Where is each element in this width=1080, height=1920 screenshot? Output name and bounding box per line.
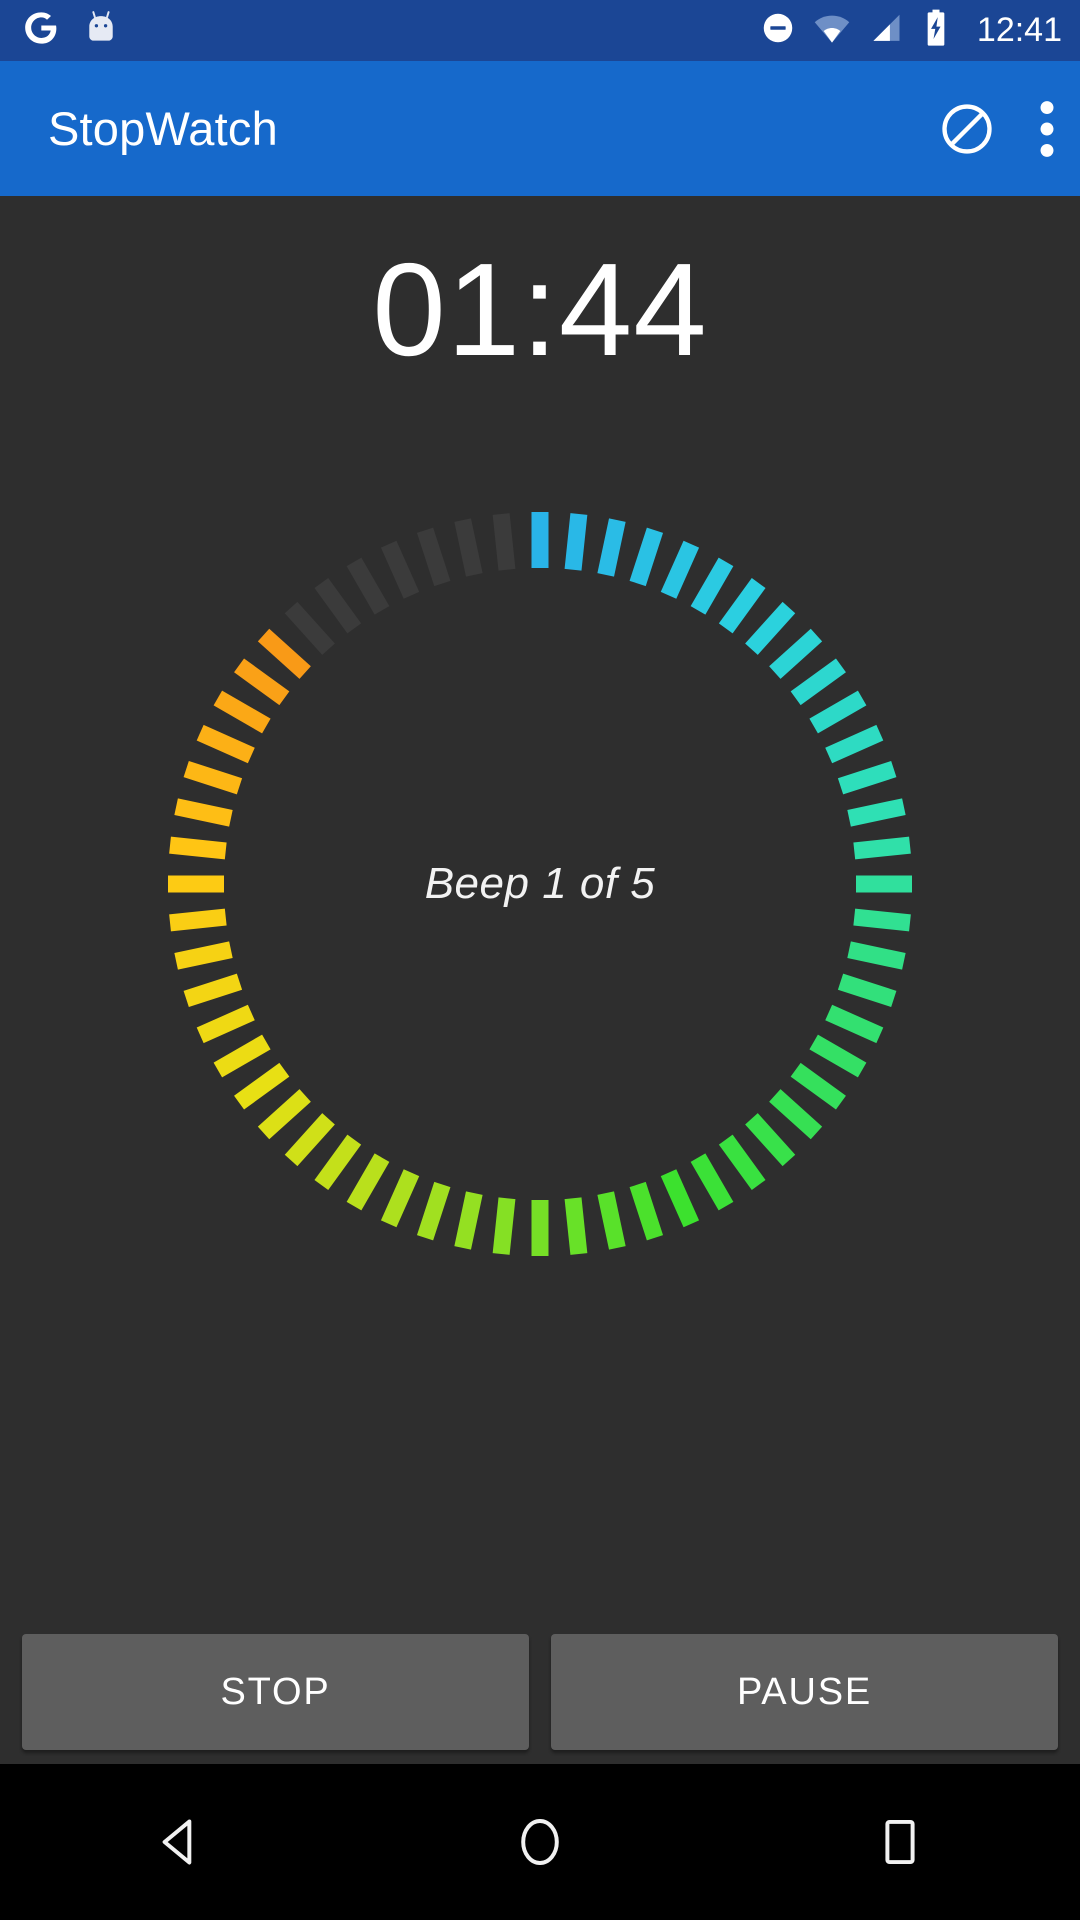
gauge-tick-inactive [454, 518, 483, 577]
gauge-ticks [168, 512, 912, 1256]
gauge-tick-active [213, 1034, 271, 1078]
back-nav-button[interactable] [105, 1764, 255, 1920]
gauge-tick-active [284, 1113, 335, 1167]
system-navigation-bar [0, 1764, 1080, 1920]
gauge-tick-active [769, 1089, 823, 1140]
gauge-tick-active [492, 1197, 516, 1255]
battery-charging-icon [921, 9, 951, 52]
android-robot-icon [82, 9, 120, 52]
gauge-tick-active [169, 908, 227, 932]
gauge-tick-active [234, 1062, 290, 1110]
gauge-tick-active [346, 1153, 390, 1211]
gauge-tick-active [769, 628, 823, 679]
gauge-tick-active [564, 1197, 588, 1255]
page-title: StopWatch [48, 102, 278, 155]
gauge-tick-active [196, 1004, 255, 1044]
gauge-tick-active [183, 973, 243, 1008]
main-content: 01:44 Beep 1 of 5 STOP PAUSE [0, 196, 1080, 1764]
gauge-tick-active [196, 724, 255, 764]
gauge-tick-active [809, 1034, 867, 1078]
gauge-tick-inactive [492, 513, 516, 571]
status-bar-clock: 12:41 [976, 11, 1062, 49]
app-bar-actions [938, 100, 1054, 158]
gauge-tick-active [847, 941, 906, 970]
gauge-tick-inactive [284, 601, 335, 655]
cellular-signal-icon [868, 10, 904, 51]
gauge-tick-active [314, 1134, 362, 1190]
home-nav-button[interactable] [465, 1764, 615, 1920]
gauge-tick-active [660, 540, 700, 599]
gauge-tick-active [597, 518, 626, 577]
gauge-tick-active [853, 908, 911, 932]
gauge-tick-inactive [346, 557, 390, 615]
gauge-tick-inactive [314, 578, 362, 634]
stop-button[interactable]: STOP [22, 1634, 529, 1750]
gauge-tick-active [847, 798, 906, 827]
gauge-tick-active [690, 557, 734, 615]
gauge-tick-active [745, 601, 796, 655]
gauge-tick-inactive [416, 527, 451, 587]
wifi-icon [813, 9, 851, 52]
block-icon[interactable] [938, 100, 996, 158]
gauge-tick-active [597, 1191, 626, 1250]
overflow-menu-icon[interactable] [1040, 100, 1054, 158]
gauge-tick-active [174, 941, 233, 970]
gauge-tick-active [853, 836, 911, 860]
gauge-tick-inactive [380, 540, 420, 599]
gauge-tick-active [183, 760, 243, 795]
app-bar: StopWatch [0, 61, 1080, 196]
pause-button[interactable]: PAUSE [551, 1634, 1058, 1750]
gauge-tick-active [660, 1169, 700, 1228]
status-bar-right-icons: 12:41 [760, 9, 1062, 52]
gauge-tick-active [790, 658, 846, 706]
status-bar: 12:41 [0, 0, 1080, 61]
gauge-tick-active [837, 760, 897, 795]
gauge-tick-active [809, 690, 867, 734]
gauge-tick-active [825, 1004, 884, 1044]
gauge-tick-active [416, 1181, 451, 1241]
circular-beep-gauge: Beep 1 of 5 [140, 484, 940, 1284]
gauge-tick-active [169, 836, 227, 860]
timer-readout: 01:44 [372, 236, 708, 383]
gauge-tick-active [174, 798, 233, 827]
recents-nav-button[interactable] [825, 1764, 975, 1920]
gauge-tick-active [629, 527, 664, 587]
google-logo-icon [22, 9, 60, 52]
gauge-tick-active [213, 690, 271, 734]
gauge-tick-active [454, 1191, 483, 1250]
status-bar-left-icons [22, 9, 120, 52]
do-not-disturb-icon [760, 10, 796, 51]
control-button-row: STOP PAUSE [0, 1634, 1080, 1750]
gauge-tick-active [380, 1169, 420, 1228]
gauge-tick-active [257, 1089, 311, 1140]
gauge-tick-active [257, 628, 311, 679]
gauge-tick-active [629, 1181, 664, 1241]
gauge-tick-active [234, 658, 290, 706]
gauge-tick-active [690, 1153, 734, 1211]
gauge-tick-active [718, 578, 766, 634]
gauge-tick-active [790, 1062, 846, 1110]
gauge-tick-active [837, 973, 897, 1008]
gauge-tick-active [745, 1113, 796, 1167]
gauge-tick-active [825, 724, 884, 764]
gauge-tick-active [564, 513, 588, 571]
gauge-tick-active [718, 1134, 766, 1190]
